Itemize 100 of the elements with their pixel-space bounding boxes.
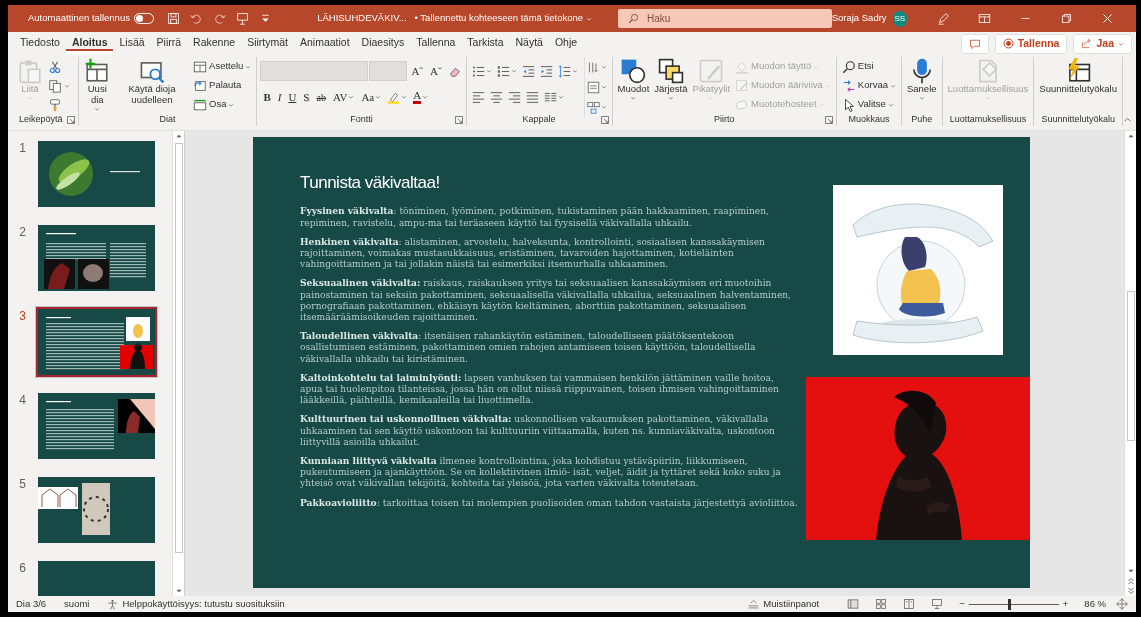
zoom-slider-thumb[interactable] (1008, 598, 1012, 610)
slide-paragraph: Kaltoinkohtelu tai laiminlyönti: lapsen vanhuksen tai vammaisen henkilön jättäminen vaille hoitoa, apua tai huolenpitoa tilanteissa, jossa hän on ollut niissä riippuvainen, toisen ihmisen vahingoittaminen lääkkeillä, päihteillä, kemikaaleilla tai liuottimella. (300, 371, 780, 407)
zoom-out-button[interactable]: − (959, 596, 965, 612)
restore-icon[interactable] (1060, 12, 1073, 25)
dialog-launcher-icon[interactable] (454, 115, 463, 124)
menu-tab[interactable]: Lisää (113, 33, 151, 54)
previous-slide-icon[interactable] (1125, 576, 1136, 586)
format-button[interactable]: AV (329, 87, 358, 107)
next-slide-icon[interactable] (1125, 586, 1136, 596)
accessibility-status[interactable]: Helppokäyttöisyys: tutustu suosituksiin (107, 596, 285, 612)
zoom-level[interactable]: 86 % (1084, 596, 1106, 612)
caret-icon (401, 94, 408, 100)
notes-button[interactable]: Muistiinpanot (748, 596, 820, 612)
ribbon-button[interactable]: Suunnittelutyökalu (1037, 57, 1119, 96)
format-button[interactable]: ab (313, 87, 329, 107)
dialog-launcher-icon[interactable] (824, 115, 833, 124)
ribbon-button[interactable]: Käytä dioja uudelleen (113, 57, 191, 107)
format-button[interactable]: B (260, 87, 274, 107)
format-button[interactable]: Aˇ (427, 61, 445, 81)
scrollbar-thumb[interactable] (1126, 291, 1135, 441)
slide-number: 5 (18, 476, 26, 493)
caret-icon (94, 105, 101, 112)
undo-icon[interactable] (190, 12, 204, 25)
format-button[interactable]: S (300, 87, 313, 107)
slide-number: 3 (18, 308, 26, 325)
slide-thumbnail[interactable] (36, 391, 157, 461)
slide-thumbnail[interactable] (36, 475, 157, 545)
search-box[interactable]: Haku (618, 9, 832, 28)
format-button[interactable]: I (274, 87, 285, 107)
fit-to-window-icon[interactable] (1116, 598, 1128, 610)
group-label: Luottamuksellisuus (949, 113, 1027, 126)
group-label: Muokkaus (848, 113, 890, 126)
close-icon[interactable] (1101, 12, 1114, 25)
save-status[interactable]: • Tallennettu kohteeseen tämä tietokone (414, 11, 593, 26)
slide-number: 4 (18, 392, 26, 409)
slide-thumbnail[interactable] (36, 307, 157, 377)
menu-tab[interactable]: Näytä (509, 33, 549, 54)
slideshow-icon[interactable] (931, 598, 944, 610)
save-icon[interactable] (167, 12, 181, 25)
ribbon-button[interactable]: Etsi (839, 57, 898, 76)
menu-tab[interactable]: Aloitus (65, 33, 114, 54)
caret-icon (1118, 40, 1124, 47)
user-avatar[interactable]: SS (892, 10, 907, 27)
menu-tab[interactable]: Ohje (548, 33, 584, 54)
ribbon-button[interactable]: Palauta (191, 76, 254, 95)
format-button[interactable]: A (410, 87, 432, 107)
collapse-ribbon-icon[interactable] (1123, 115, 1132, 124)
caret-icon (600, 64, 607, 70)
ribbon-button[interactable]: Valitse (839, 95, 898, 114)
search-field[interactable]: Haku (647, 11, 822, 26)
normal-view-icon[interactable] (847, 598, 860, 610)
menu-tab[interactable]: Animaatiot (294, 33, 356, 54)
menu-tab[interactable]: Diaesitys (355, 33, 411, 54)
ribbon-button[interactable]: Uusi dia (81, 57, 113, 113)
redo-icon[interactable] (213, 12, 227, 25)
caret-icon (887, 101, 894, 108)
section-icon (193, 97, 208, 112)
ribbon-button[interactable]: Sanele (904, 57, 939, 102)
reading-view-icon[interactable] (903, 598, 916, 610)
format-button[interactable]: Aˆ (408, 61, 426, 81)
columns-icon (543, 90, 557, 104)
menu-tab[interactable]: Siirtymät (241, 33, 294, 54)
slide-thumbnail[interactable] (36, 139, 157, 209)
slide-thumbnail[interactable] (36, 223, 157, 293)
layout-icon (193, 59, 208, 74)
dialog-launcher-icon[interactable] (600, 115, 609, 124)
scrollbar-thumb[interactable] (174, 143, 183, 553)
user-name: Soraja Sadry (831, 11, 887, 26)
menu-tab[interactable]: Tallenna (410, 33, 462, 54)
slide-number: 1 (18, 140, 26, 157)
ribbon-button[interactable]: Asettelu (191, 57, 254, 76)
menu-tab[interactable]: Piirrä (150, 33, 188, 54)
presentation-icon[interactable] (236, 12, 250, 25)
bullets-icon (471, 64, 485, 78)
record-button[interactable]: Tallenna (994, 33, 1068, 54)
comments-button[interactable] (960, 33, 989, 54)
caret-icon (485, 68, 492, 74)
zoom-in-button[interactable]: + (1062, 596, 1069, 612)
ribbon-button[interactable]: Järjestä (652, 57, 690, 102)
menu-tab[interactable]: Rakenne (187, 33, 242, 54)
language-label[interactable]: suomi (64, 596, 90, 612)
autosave-label: Automaattinen tallennus (28, 11, 130, 26)
slide-sorter-icon[interactable] (875, 598, 888, 610)
caret-icon (557, 94, 564, 100)
menu-tab[interactable]: Tarkista (461, 33, 510, 54)
ribbon-button[interactable]: Korvaa (839, 76, 898, 95)
ribbon-display-icon[interactable] (978, 12, 991, 25)
ribbon-button[interactable]: Osa (191, 95, 254, 114)
shapes-icon (620, 58, 647, 84)
search-icon (628, 13, 640, 24)
ribbon-button[interactable]: Muodot (615, 57, 652, 102)
arrange-icon (657, 58, 684, 84)
format-button[interactable]: Aa (358, 87, 385, 107)
brush-icon (48, 97, 62, 112)
pen-icon[interactable] (937, 12, 950, 25)
dialog-launcher-icon[interactable] (66, 115, 75, 124)
share-button[interactable]: Jaa (1073, 33, 1132, 54)
format-button[interactable]: U (285, 87, 300, 107)
menu-tab[interactable]: Tiedosto (14, 33, 66, 54)
reset-icon (193, 78, 208, 93)
